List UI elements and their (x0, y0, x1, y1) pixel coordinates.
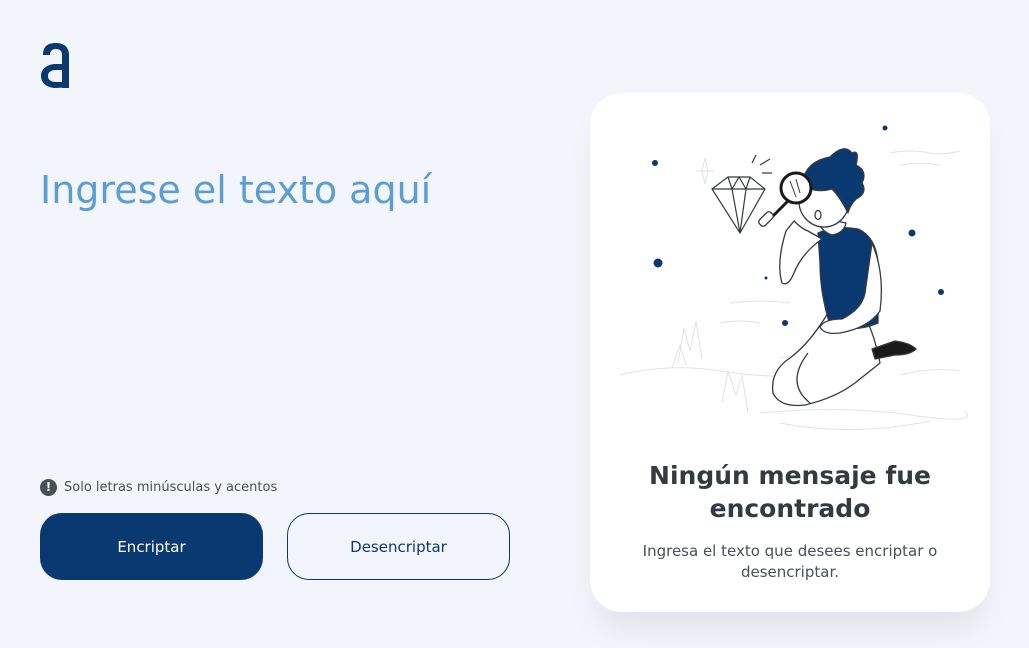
empty-state-title: Ningún mensaje fue encontrado (649, 461, 931, 523)
output-panel: Ningún mensaje fue encontrado Ingresa el… (590, 93, 990, 612)
input-hint: ! Solo letras minúsculas y acentos (40, 478, 277, 496)
alura-logo-icon (41, 43, 69, 88)
exclamation-circle-icon: ! (40, 478, 57, 496)
empty-state-message: Ingresa el texto que desees encriptar o … (642, 542, 938, 581)
encrypt-button[interactable]: Encriptar (40, 513, 263, 580)
text-input[interactable] (40, 168, 540, 428)
person-searching-illustration (619, 125, 968, 431)
decrypt-button[interactable]: Desencriptar (287, 513, 510, 580)
hint-text: Solo letras minúsculas y acentos (64, 479, 278, 495)
